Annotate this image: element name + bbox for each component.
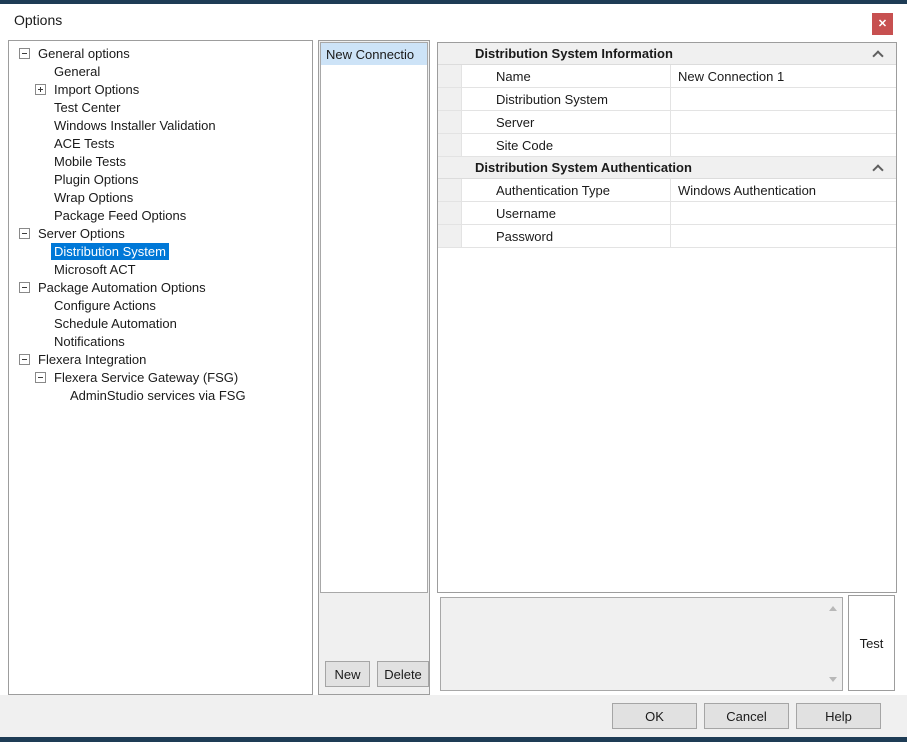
section-title: Distribution System Authentication (438, 160, 692, 175)
tree-item-test-center[interactable]: Test Center (9, 98, 312, 116)
section-header-information[interactable]: Distribution System Information (438, 43, 896, 65)
tree-item-import-options[interactable]: Import Options (9, 80, 312, 98)
options-dialog: Options ✕ General options General Import… (0, 0, 907, 742)
cancel-button[interactable]: Cancel (704, 703, 789, 729)
tree-item-flexera-integration[interactable]: Flexera Integration (9, 350, 312, 368)
property-row-site-code: Site Code (438, 134, 896, 157)
authentication-type-field[interactable]: Windows Authentication (671, 179, 896, 201)
site-code-field[interactable] (671, 134, 896, 156)
tree-item-mobile-tests[interactable]: Mobile Tests (9, 152, 312, 170)
tree-item-server-options[interactable]: Server Options (9, 224, 312, 242)
options-tree: General options General Import Options T… (8, 40, 313, 695)
distribution-system-field[interactable] (671, 88, 896, 110)
help-button[interactable]: Help (796, 703, 881, 729)
tree-item-configure-actions[interactable]: Configure Actions (9, 296, 312, 314)
property-row-server: Server (438, 111, 896, 134)
tree-item-package-feed-options[interactable]: Package Feed Options (9, 206, 312, 224)
connections-actions: New Delete (325, 661, 429, 687)
test-button[interactable]: Test (848, 595, 895, 691)
server-field[interactable] (671, 111, 896, 133)
tree-item-plugin-options[interactable]: Plugin Options (9, 170, 312, 188)
section-header-authentication[interactable]: Distribution System Authentication (438, 157, 896, 179)
connections-list: New Connectio (320, 42, 428, 593)
property-row-authentication-type: Authentication Type Windows Authenticati… (438, 179, 896, 202)
scroll-down-icon[interactable] (825, 672, 840, 687)
minus-icon[interactable] (19, 48, 30, 59)
tree-item-ace-tests[interactable]: ACE Tests (9, 134, 312, 152)
tree-item-notifications[interactable]: Notifications (9, 332, 312, 350)
test-output-area (440, 597, 843, 691)
row-gutter (438, 179, 462, 201)
minus-icon[interactable] (19, 282, 30, 293)
chevron-up-icon[interactable] (872, 164, 883, 175)
tree-item-flexera-service-gateway[interactable]: Flexera Service Gateway (FSG) (9, 368, 312, 386)
row-gutter (438, 65, 462, 87)
row-gutter (438, 111, 462, 133)
tree-item-package-automation-options[interactable]: Package Automation Options (9, 278, 312, 296)
property-row-username: Username (438, 202, 896, 225)
scroll-up-icon[interactable] (825, 601, 840, 616)
ok-button[interactable]: OK (612, 703, 697, 729)
password-field[interactable] (671, 225, 896, 247)
dialog-footer: OK Cancel Help (0, 695, 907, 737)
tree-item-windows-installer-validation[interactable]: Windows Installer Validation (9, 116, 312, 134)
tree-item-microsoft-act[interactable]: Microsoft ACT (9, 260, 312, 278)
tree-item-schedule-automation[interactable]: Schedule Automation (9, 314, 312, 332)
property-grid: Distribution System Information Name New… (437, 42, 897, 593)
selected-tree-item: Distribution System (51, 243, 169, 260)
minus-icon[interactable] (19, 354, 30, 365)
row-gutter (438, 134, 462, 156)
minus-icon[interactable] (35, 372, 46, 383)
tree-item-general[interactable]: General (9, 62, 312, 80)
close-icon: ✕ (878, 19, 887, 30)
tree-item-adminstudio-services[interactable]: AdminStudio services via FSG (9, 386, 312, 404)
close-button[interactable]: ✕ (872, 13, 893, 35)
minus-icon[interactable] (19, 228, 30, 239)
property-row-distribution-system: Distribution System (438, 88, 896, 111)
tree-item-distribution-system[interactable]: Distribution System (9, 242, 312, 260)
name-field[interactable]: New Connection 1 (671, 65, 896, 87)
row-gutter (438, 88, 462, 110)
chevron-up-icon[interactable] (872, 50, 883, 61)
property-row-password: Password (438, 225, 896, 248)
property-row-name: Name New Connection 1 (438, 65, 896, 88)
window-frame-bottom (0, 737, 907, 742)
connections-panel: New Connectio New Delete (318, 40, 430, 695)
row-gutter (438, 225, 462, 247)
connection-list-item[interactable]: New Connectio (321, 43, 427, 65)
plus-icon[interactable] (35, 84, 46, 95)
row-gutter (438, 202, 462, 224)
tree-item-general-options[interactable]: General options (9, 44, 312, 62)
new-button[interactable]: New (325, 661, 370, 687)
dialog-title: Options (14, 12, 62, 28)
title-bar: Options ✕ (0, 4, 907, 40)
delete-button[interactable]: Delete (377, 661, 429, 687)
tree-item-wrap-options[interactable]: Wrap Options (9, 188, 312, 206)
section-title: Distribution System Information (438, 46, 673, 61)
username-field[interactable] (671, 202, 896, 224)
